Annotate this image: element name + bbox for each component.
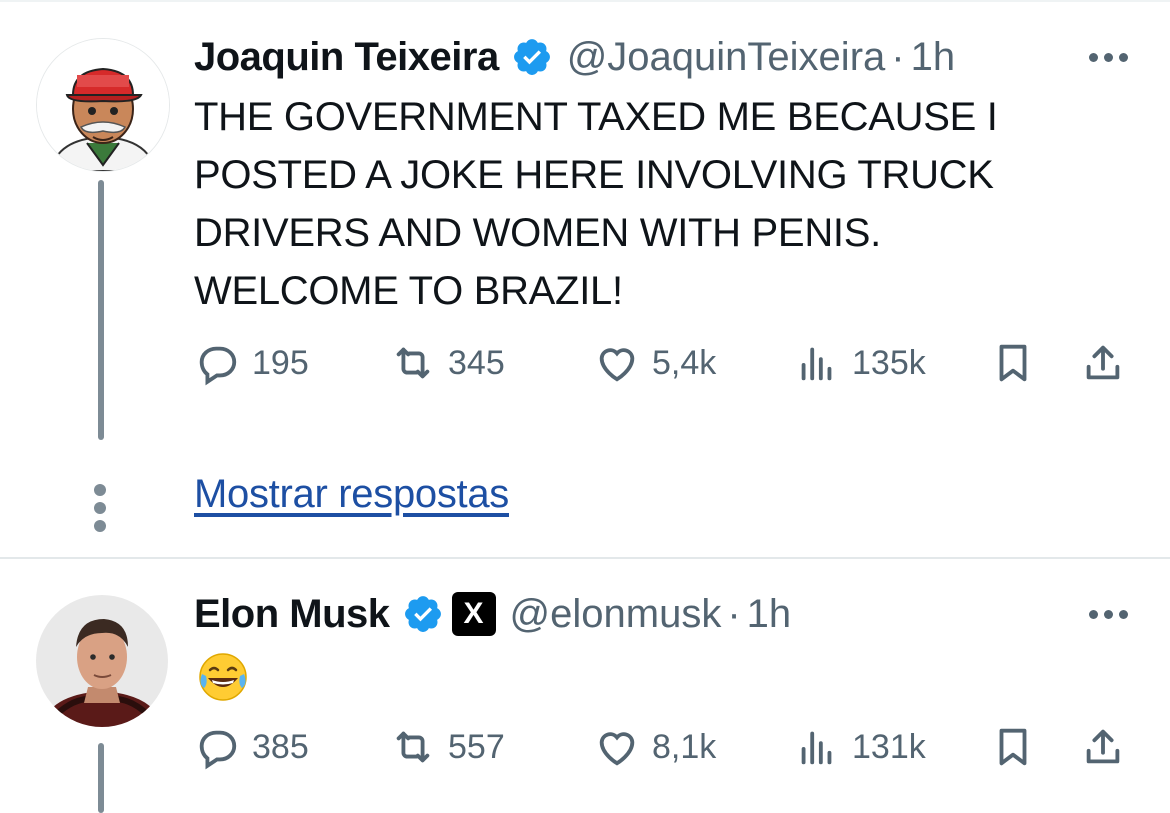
more-options-icon[interactable] bbox=[1089, 589, 1128, 639]
show-replies-link[interactable]: Mostrar respostas bbox=[194, 472, 509, 517]
like-button[interactable]: 5,4k bbox=[594, 340, 716, 386]
reply-icon bbox=[199, 346, 237, 386]
bookmark-icon bbox=[999, 344, 1027, 382]
more-options-icon[interactable] bbox=[1089, 32, 1128, 82]
bookmark-icon bbox=[999, 728, 1027, 766]
verified-badge-icon[interactable] bbox=[402, 593, 444, 635]
heart-icon bbox=[599, 348, 635, 382]
repost-icon bbox=[396, 731, 430, 763]
like-count: 8,1k bbox=[652, 727, 717, 766]
timestamp[interactable]: 1h bbox=[747, 592, 792, 637]
man-portrait-avatar-icon bbox=[36, 595, 168, 727]
repost-count: 345 bbox=[448, 343, 505, 382]
reply-button[interactable]: 385 bbox=[194, 724, 309, 770]
affiliate-x-icon[interactable]: X bbox=[451, 592, 496, 636]
views-icon bbox=[801, 731, 832, 765]
share-icon bbox=[1086, 345, 1120, 380]
like-button[interactable]: 8,1k bbox=[594, 724, 716, 770]
tweet-actions: 195 345 5,4k 135k bbox=[194, 340, 1134, 400]
thread-line bbox=[98, 180, 104, 440]
bookmark-button[interactable] bbox=[990, 340, 1036, 386]
reply-count: 195 bbox=[252, 343, 309, 382]
tweet-joaquin[interactable]: Joaquin Teixeira @JoaquinTeixeira · 1h T… bbox=[0, 0, 1170, 557]
repost-icon bbox=[396, 347, 430, 379]
timestamp[interactable]: 1h bbox=[911, 35, 956, 80]
thread-line bbox=[98, 743, 104, 813]
reply-button[interactable]: 195 bbox=[194, 340, 309, 386]
author-handle[interactable]: @JoaquinTeixeira bbox=[567, 35, 886, 80]
tweet-header: Joaquin Teixeira @JoaquinTeixeira · 1h bbox=[194, 32, 955, 82]
separator-dot: · bbox=[891, 34, 905, 79]
author-name[interactable]: Elon Musk bbox=[194, 592, 390, 637]
author-name[interactable]: Joaquin Teixeira bbox=[194, 35, 499, 80]
repost-count: 557 bbox=[448, 727, 505, 766]
avatar[interactable] bbox=[36, 595, 168, 727]
heart-icon bbox=[599, 732, 635, 766]
reply-count: 385 bbox=[252, 727, 309, 766]
repost-button[interactable]: 345 bbox=[390, 340, 505, 386]
share-button[interactable] bbox=[1080, 724, 1126, 770]
separator-dot: · bbox=[727, 591, 741, 636]
avatar[interactable] bbox=[36, 38, 170, 172]
tweet-header: Elon Musk X @elonmusk · 1h bbox=[194, 589, 791, 639]
tweet-text: THE GOVERNMENT TAXED ME BECAUSE I POSTED… bbox=[194, 95, 998, 313]
face-with-tears-of-joy-icon bbox=[199, 653, 247, 701]
views-icon bbox=[801, 347, 832, 381]
views-button[interactable]: 135k bbox=[794, 340, 926, 386]
reply-icon bbox=[199, 730, 237, 770]
repost-button[interactable]: 557 bbox=[390, 724, 505, 770]
like-count: 5,4k bbox=[652, 343, 717, 382]
views-count: 135k bbox=[852, 343, 926, 382]
cartoon-man-red-cap-avatar-icon bbox=[37, 39, 169, 171]
author-handle[interactable]: @elonmusk bbox=[510, 592, 722, 637]
bookmark-button[interactable] bbox=[990, 724, 1036, 770]
share-icon bbox=[1086, 729, 1120, 764]
share-button[interactable] bbox=[1080, 340, 1126, 386]
verified-badge-icon[interactable] bbox=[511, 36, 553, 78]
tweet-actions: 385 557 8,1k 131k bbox=[194, 724, 1134, 784]
views-count: 131k bbox=[852, 727, 926, 766]
views-button[interactable]: 131k bbox=[794, 724, 926, 770]
thread-ellipsis-icon bbox=[94, 484, 108, 532]
